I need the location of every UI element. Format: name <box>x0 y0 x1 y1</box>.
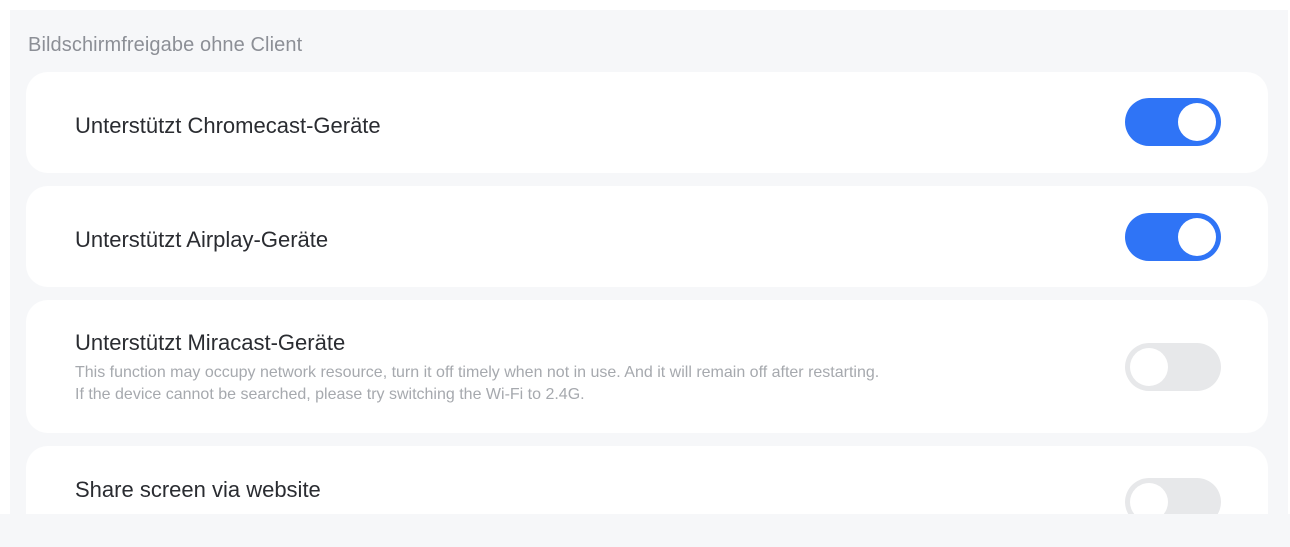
setting-card-chromecast: Unterstützt Chromecast-Geräte <box>26 72 1268 173</box>
section-title: Bildschirmfreigabe ohne Client <box>28 34 303 56</box>
toggle-share-website[interactable] <box>1125 478 1221 514</box>
setting-label-share-website: Share screen via website <box>75 477 321 502</box>
setting-label-airplay: Unterstützt Airplay-Geräte <box>75 227 329 252</box>
setting-label-miracast: Unterstützt Miracast-Geräte <box>75 330 346 355</box>
toggle-knob <box>1130 348 1168 386</box>
toggle-chromecast[interactable] <box>1125 98 1221 146</box>
toggle-knob <box>1178 218 1216 256</box>
toggle-airplay[interactable] <box>1125 213 1221 261</box>
setting-label-chromecast: Unterstützt Chromecast-Geräte <box>75 113 381 138</box>
bottom-bar <box>0 514 1290 547</box>
setting-card-miracast: Unterstützt Miracast-Geräte This functio… <box>26 300 1268 433</box>
toggle-knob <box>1130 483 1168 514</box>
toggle-knob <box>1178 103 1216 141</box>
setting-description-line1: This function may occupy network resourc… <box>75 364 880 381</box>
setting-card-airplay: Unterstützt Airplay-Geräte <box>26 186 1268 287</box>
settings-panel: Bildschirmfreigabe ohne Client Unterstüt… <box>10 10 1288 514</box>
setting-card-share-website: Share screen via website <box>26 446 1268 514</box>
setting-description-line2: If the device cannot be searched, please… <box>75 386 585 403</box>
toggle-miracast[interactable] <box>1125 343 1221 391</box>
